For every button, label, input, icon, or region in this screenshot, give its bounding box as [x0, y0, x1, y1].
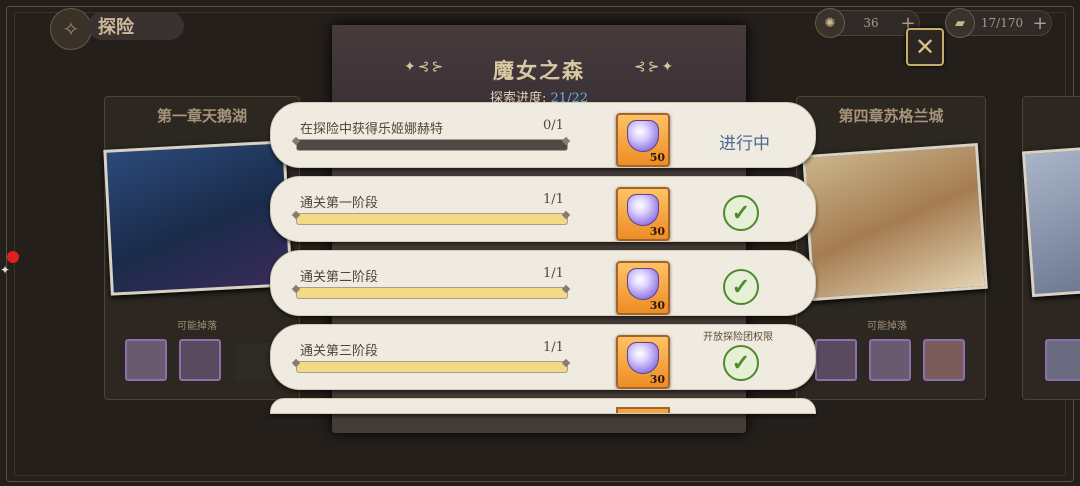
task-status-in-progress: 进行中 [719, 134, 770, 154]
resource-value: 17/170 [980, 16, 1024, 30]
checkmark-icon: ✓ [723, 345, 759, 381]
task-progress-fill [297, 288, 567, 298]
task-row[interactable]: 通关第二阶段 1/1 30 ✓ [270, 250, 816, 316]
task-name: 通关第三阶段 [300, 344, 379, 359]
reward-item[interactable] [616, 407, 670, 413]
drops-label: 可能掉落 [867, 321, 907, 332]
task-count: 1/1 [543, 192, 564, 207]
drop-avatar[interactable] [1045, 339, 1080, 381]
unlock-note: 开放探险团权限 [703, 332, 773, 343]
compass-icon: ✧ [62, 17, 80, 41]
reward-quantity: 30 [649, 299, 665, 312]
diamond-icon [627, 194, 659, 226]
diamond-icon [627, 120, 659, 152]
chapter-card-4[interactable]: 第四章苏格兰城 可能掉落 [796, 96, 988, 400]
task-name: 通关第二阶段 [300, 270, 379, 285]
reward-quantity: 30 [649, 225, 665, 238]
close-button[interactable]: ✕ [906, 28, 944, 66]
task-count: 1/1 [543, 266, 564, 281]
task-progress-bar [296, 287, 568, 299]
resource-value: 36 [863, 16, 879, 30]
chapter-title: 第四章苏格兰城 [838, 107, 944, 125]
drop-slot-empty [235, 343, 275, 381]
task-row[interactable]: 在探险中获得乐姬娜赫特 0/1 50 进行中 [270, 102, 816, 168]
task-count: 0/1 [543, 118, 564, 133]
diamond-icon [627, 342, 659, 374]
chapter-title: 第一章天鹅湖 [156, 107, 247, 125]
task-name: 在探险中获得乐姬娜赫特 [300, 122, 444, 137]
drop-avatar[interactable] [815, 339, 857, 381]
reward-item[interactable]: 30 [616, 261, 670, 315]
drops-label: 可能掉落 [177, 321, 217, 332]
chapter-artwork [1021, 146, 1080, 298]
task-row[interactable]: 通关第三阶段 1/1 30 开放探险团权限 ✓ [270, 324, 816, 390]
drop-avatar[interactable] [923, 339, 965, 381]
close-icon: ✕ [914, 33, 936, 61]
drop-avatar[interactable] [179, 339, 221, 381]
sparkle-icon: ✦ [0, 263, 11, 277]
ticket-icon: ▰ [945, 8, 975, 38]
task-name: 通关第一阶段 [300, 196, 379, 211]
drop-avatar[interactable] [125, 339, 167, 381]
reward-item[interactable]: 50 [616, 113, 670, 167]
diamond-icon [627, 268, 659, 300]
chapter-artwork-raven [103, 140, 293, 296]
task-progress-fill [297, 214, 567, 224]
back-button[interactable]: ✧ [50, 8, 92, 50]
task-row[interactable]: 通关第一阶段 1/1 30 ✓ [270, 176, 816, 242]
chapter-artwork-beast [802, 143, 988, 301]
add-tickets-button[interactable]: + [1029, 13, 1051, 34]
reward-item[interactable]: 30 [616, 187, 670, 241]
panel-title: 魔女之森 [493, 58, 585, 83]
checkmark-icon: ✓ [723, 269, 759, 305]
reward-quantity: 30 [649, 373, 665, 386]
reward-quantity: 50 [649, 151, 665, 164]
task-progress-bar [296, 139, 568, 151]
task-progress-bar [296, 361, 568, 373]
chapter-card-partial[interactable] [1021, 96, 1080, 400]
task-row[interactable] [270, 398, 816, 414]
task-progress-fill [297, 362, 567, 372]
notification-dot [7, 251, 19, 263]
task-progress-bar [296, 213, 568, 225]
page-title: 探险 [88, 12, 184, 40]
drop-avatar[interactable] [869, 339, 911, 381]
reward-item[interactable]: 30 [616, 335, 670, 389]
gear-token-icon: ✺ [815, 8, 845, 38]
task-count: 1/1 [543, 340, 564, 355]
checkmark-icon: ✓ [723, 195, 759, 231]
resource-counter-tokens: ✺ 36 + [815, 8, 920, 38]
resource-counter-tickets: ▰ 17/170 + [945, 8, 1052, 38]
